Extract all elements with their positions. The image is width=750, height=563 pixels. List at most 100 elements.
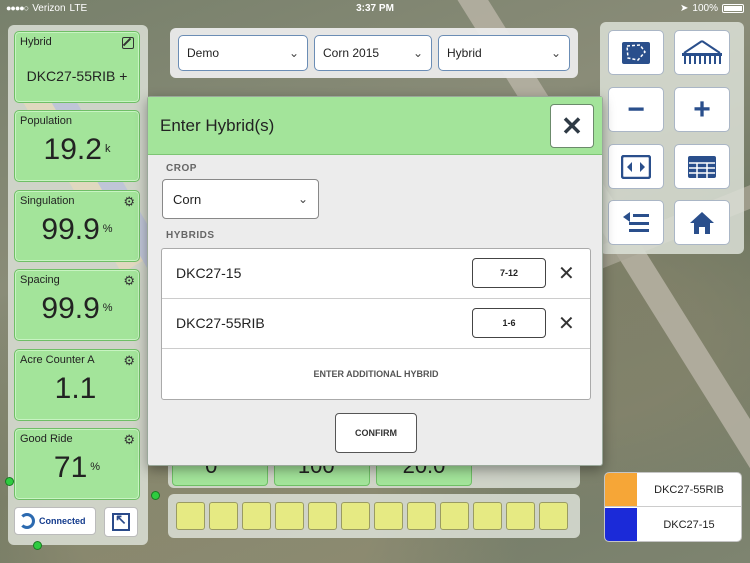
signal-icon: ●●●●○ xyxy=(6,3,29,13)
legend-label: DKC27-15 xyxy=(663,519,715,531)
row-unit[interactable] xyxy=(506,502,535,530)
dialog-title: Enter Hybrid(s) xyxy=(160,115,275,135)
tile-hybrid[interactable]: Hybrid DKC27-55RIB + xyxy=(14,31,140,103)
tile-good-ride[interactable]: Good Ride ⚙ 71% xyxy=(14,428,140,500)
tile-singulation[interactable]: Singulation ⚙ 99.9% xyxy=(14,190,140,262)
row-unit[interactable] xyxy=(407,502,436,530)
legend-swatch xyxy=(605,508,637,541)
hybrid-name[interactable]: DKC27-15 xyxy=(176,265,241,281)
row-unit[interactable] xyxy=(275,502,304,530)
map-controls-panel: − + xyxy=(600,22,744,254)
legend-item: DKC27-15 xyxy=(605,508,741,541)
tile-value: 71 xyxy=(53,451,88,484)
gear-icon[interactable]: ⚙ xyxy=(123,432,135,448)
season-select-value: Corn 2015 xyxy=(323,46,380,60)
top-toolbar: Demo ⌄ Corn 2015 ⌄ Hybrid ⌄ xyxy=(170,28,578,78)
row-unit[interactable] xyxy=(242,502,271,530)
gear-icon[interactable]: ⚙ xyxy=(123,194,135,210)
map-pin xyxy=(152,492,159,499)
tile-value-wrap: 99.9% xyxy=(15,292,139,326)
crop-label: CROP xyxy=(166,163,197,174)
fit-view-button[interactable] xyxy=(608,144,664,189)
zoom-out-button[interactable]: − xyxy=(608,87,664,132)
gear-icon[interactable]: ⚙ xyxy=(123,273,135,289)
chevron-down-icon: ⌄ xyxy=(550,46,561,60)
close-icon: ✕ xyxy=(561,110,583,141)
zoom-in-button[interactable]: + xyxy=(674,87,730,132)
planter-button[interactable] xyxy=(674,30,730,75)
crop-select-value: Corn xyxy=(173,191,202,207)
layers-button[interactable] xyxy=(608,200,664,245)
legend-swatch xyxy=(605,473,637,506)
table-view-button[interactable] xyxy=(674,144,730,189)
chevron-down-icon: ⌄ xyxy=(412,46,423,60)
hybrid-list: DKC27-15 7-12 ✕ DKC27-55RIB 1-6 ✕ ENTER … xyxy=(161,248,591,400)
tile-label: Good Ride xyxy=(20,433,73,445)
tile-label: Acre Counter A xyxy=(20,354,95,366)
battery-icon xyxy=(722,3,744,13)
tile-value-wrap: 19.2 k xyxy=(15,133,139,167)
status-bar: ●●●●○ Verizon LTE 3:37 PM ➤ 100% xyxy=(0,0,750,16)
location-icon: ➤ xyxy=(680,2,689,14)
tile-acre-counter[interactable]: Acre Counter A ⚙ 1.1 xyxy=(14,349,140,421)
tile-value-wrap: 99.9% xyxy=(15,213,139,247)
enter-hybrids-dialog: Enter Hybrid(s) ✕ CROP Corn ⌄ HYBRIDS DK… xyxy=(147,96,603,466)
row-unit[interactable] xyxy=(440,502,469,530)
close-button[interactable]: ✕ xyxy=(550,104,594,148)
map-outline-icon xyxy=(622,41,650,64)
expand-icon xyxy=(112,511,130,531)
fit-screen-icon xyxy=(621,154,651,179)
season-select[interactable]: Corn 2015 ⌄ xyxy=(314,35,432,71)
connection-button[interactable]: Connected xyxy=(14,507,96,535)
row-unit[interactable] xyxy=(374,502,403,530)
hybrid-name[interactable]: DKC27-55RIB xyxy=(176,315,265,331)
row-range-input[interactable]: 1-6 xyxy=(472,308,546,338)
home-icon xyxy=(690,211,714,234)
add-hybrid-button[interactable]: ENTER ADDITIONAL HYBRID xyxy=(162,349,590,399)
tile-value: 99.9 xyxy=(41,213,100,246)
crop-select[interactable]: Corn ⌄ xyxy=(162,179,319,219)
tile-unit: % xyxy=(102,223,113,235)
tile-label: Singulation xyxy=(20,195,75,207)
home-button[interactable] xyxy=(674,200,730,245)
tile-spacing[interactable]: Spacing ⚙ 99.9% xyxy=(14,269,140,341)
layer-select-value: Hybrid xyxy=(447,46,482,60)
tile-value: 99.9 xyxy=(41,292,100,325)
planter-icon xyxy=(682,39,722,64)
map-pin xyxy=(34,542,41,549)
hybrid-legend: DKC27-55RIB DKC27-15 xyxy=(604,472,742,542)
tile-value: 19.2 xyxy=(43,133,102,166)
hybrid-row: DKC27-55RIB 1-6 ✕ xyxy=(162,299,590,349)
hybrids-label: HYBRIDS xyxy=(166,230,215,241)
row-unit[interactable] xyxy=(341,502,370,530)
gear-icon[interactable]: ⚙ xyxy=(123,353,135,369)
row-unit[interactable] xyxy=(473,502,502,530)
hybrid-row: DKC27-15 7-12 ✕ xyxy=(162,249,590,299)
field-select[interactable]: Demo ⌄ xyxy=(178,35,308,71)
clock: 3:37 PM xyxy=(356,2,394,14)
expand-button[interactable] xyxy=(104,507,138,537)
row-unit-bar xyxy=(168,494,580,538)
confirm-button[interactable]: CONFIRM xyxy=(335,413,417,453)
remove-hybrid-icon[interactable]: ✕ xyxy=(558,311,575,336)
sync-icon xyxy=(19,513,35,529)
tile-label: Population xyxy=(20,115,72,127)
field-select-value: Demo xyxy=(187,46,220,60)
plus-icon: + xyxy=(693,92,711,126)
chevron-down-icon: ⌄ xyxy=(297,192,308,206)
row-unit[interactable] xyxy=(308,502,337,530)
layers-swap-icon xyxy=(623,211,649,232)
field-map-button[interactable] xyxy=(608,30,664,75)
map-pin xyxy=(6,478,13,485)
row-unit[interactable] xyxy=(539,502,568,530)
remove-hybrid-icon[interactable]: ✕ xyxy=(558,261,575,286)
network: LTE xyxy=(69,2,88,14)
tile-population[interactable]: Population 19.2 k xyxy=(14,110,140,182)
edit-icon[interactable] xyxy=(122,37,134,49)
layer-select[interactable]: Hybrid ⌄ xyxy=(438,35,570,71)
row-unit[interactable] xyxy=(176,502,205,530)
chevron-down-icon: ⌄ xyxy=(288,46,299,60)
row-unit[interactable] xyxy=(209,502,238,530)
row-range-input[interactable]: 7-12 xyxy=(472,258,546,288)
battery-percent: 100% xyxy=(692,2,718,14)
